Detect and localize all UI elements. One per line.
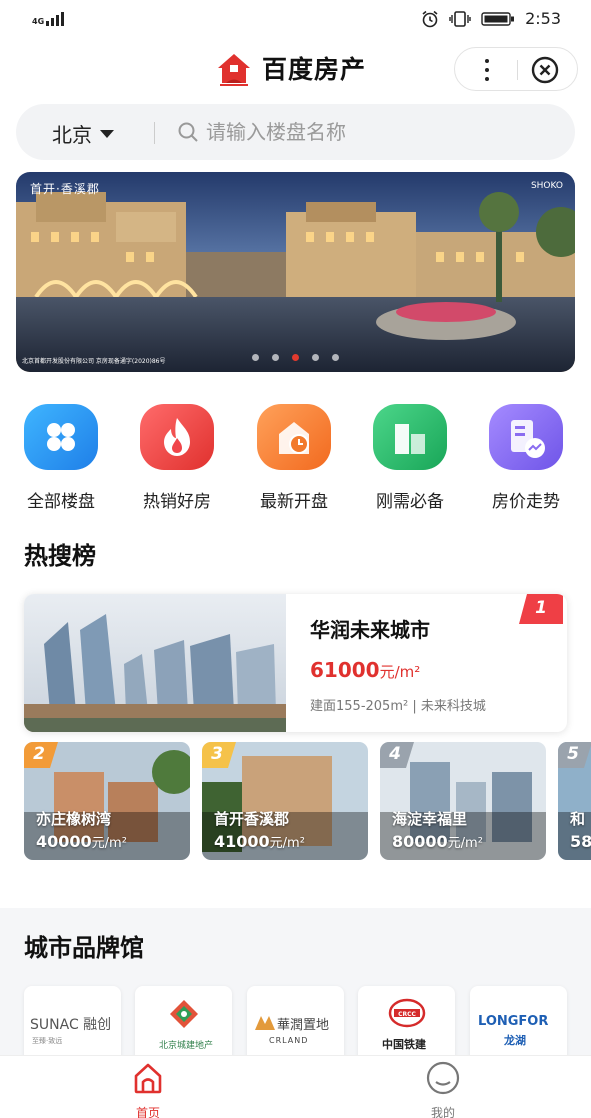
pager-dot[interactable] <box>332 354 339 361</box>
brand-name: LONGFOR <box>478 1014 549 1029</box>
banner-brand: 首开·香溪郡 <box>30 182 100 196</box>
tab-label: 首页 <box>135 1106 160 1118</box>
brand-list: SUNAC 融创 至臻·致远 北京城建地产 華潤置地 CRLAND CRCC 中… <box>24 986 591 1066</box>
crland-logo-icon <box>255 1016 275 1030</box>
crcc-logo-icon: CRCC <box>388 998 426 1028</box>
brand-sub: 龙湖 <box>504 1034 526 1047</box>
pager-dot[interactable] <box>252 354 259 361</box>
estate-name: 和 <box>570 810 586 828</box>
brand-name: 華潤置地 <box>277 1018 330 1033</box>
svg-text:CRCC: CRCC <box>398 1011 416 1018</box>
city-label: 北京 <box>52 123 92 147</box>
brand-name: SUNAC 融创 <box>30 1017 112 1033</box>
hot-top-card[interactable]: 1 华润未来城市 61000元/m² 建面155-205m² | 未来科技城 <box>24 594 567 732</box>
search-bar: 北京 <box>16 104 575 160</box>
title-bar: 百度房产 <box>0 44 591 94</box>
search-divider <box>154 122 155 144</box>
brand-sub: CRLAND <box>269 1036 309 1045</box>
hot-card[interactable]: 5 和 58 <box>558 742 591 860</box>
vibrate-icon <box>449 10 471 27</box>
estate-name: 华润未来城市 <box>310 618 430 642</box>
clock-house-icon <box>257 404 331 470</box>
brand-card-crcc[interactable]: CRCC 中国铁建 <box>358 986 455 1066</box>
caret-down-icon <box>100 129 114 138</box>
estate-name: 首开香溪郡 <box>214 810 290 828</box>
estate-price: 58 <box>570 832 591 851</box>
close-circle-icon[interactable] <box>530 56 560 84</box>
chart-doc-icon <box>489 404 563 470</box>
pager-dot[interactable] <box>272 354 279 361</box>
banner-brand-right: SHOKO <box>530 181 563 191</box>
banner-image <box>16 172 575 372</box>
brand-name: 北京城建地产 <box>159 1041 214 1051</box>
entry-label: 最新开盘 <box>260 492 328 512</box>
promo-banner[interactable]: 首开·香溪郡 SHOKO 北京首都开发股份有限公司 京房现备通字(2020)86… <box>16 172 575 372</box>
house-logo-icon <box>218 54 250 86</box>
more-dots-icon[interactable] <box>469 54 505 86</box>
buildings-icon <box>373 404 447 470</box>
signal-icon <box>46 10 65 26</box>
mini-program-capsule <box>454 47 578 91</box>
flame-icon <box>140 404 214 470</box>
hot-card[interactable]: 4 海淀幸福里 80000元/m² <box>380 742 546 860</box>
entry-label: 全部楼盘 <box>27 492 95 512</box>
brand-card-sunac[interactable]: SUNAC 融创 至臻·致远 <box>24 986 121 1066</box>
bucg-logo-icon <box>170 1000 198 1028</box>
estate-price: 41000元/m² <box>214 832 305 851</box>
entry-hot-sale[interactable]: 热销好房 <box>122 404 232 512</box>
city-selector[interactable]: 北京 <box>52 119 114 148</box>
estate-photo <box>24 594 286 732</box>
tab-label: 我的 <box>430 1106 455 1118</box>
entry-all-estates[interactable]: 全部楼盘 <box>6 404 116 512</box>
banner-license-note: 北京首都开发股份有限公司 京房现备通字(2020)86号 <box>22 358 166 365</box>
bottom-tab-bar: 首页 我的 <box>0 1055 591 1118</box>
brand-card-crland[interactable]: 華潤置地 CRLAND <box>247 986 344 1066</box>
tab-home[interactable]: 首页 <box>108 1060 188 1118</box>
search-icon <box>178 122 198 142</box>
app-title: 百度房产 <box>262 55 367 84</box>
entry-price-trend[interactable]: 房价走势 <box>471 404 581 512</box>
entry-essential[interactable]: 刚需必备 <box>355 404 465 512</box>
brand-card-bucg[interactable]: 北京城建地产 <box>135 986 232 1066</box>
pager-dot-active[interactable] <box>292 354 299 361</box>
pager-dot[interactable] <box>312 354 319 361</box>
quick-entries: 全部楼盘 热销好房 最新开盘 刚需必备 房价走势 <box>0 404 591 514</box>
brand-hall-title: 城市品牌馆 <box>24 934 144 962</box>
entry-label: 刚需必备 <box>376 492 444 512</box>
profile-icon <box>426 1061 460 1095</box>
network-type: 4G <box>32 17 45 26</box>
estate-price: 40000元/m² <box>36 832 127 851</box>
battery-icon <box>481 11 515 26</box>
estate-name: 亦庄橡树湾 <box>36 810 112 828</box>
status-bar: 4G 2:53 <box>0 0 591 40</box>
entry-label: 热销好房 <box>143 492 211 512</box>
grid-icon <box>24 404 98 470</box>
alarm-icon <box>422 10 438 27</box>
hot-list: 2 亦庄橡树湾 40000元/m² 3 首开香溪郡 41000元/m² 4 海淀… <box>24 742 591 862</box>
estate-desc: 建面155-205m² | 未来科技城 <box>310 699 486 714</box>
capsule-divider <box>517 60 518 80</box>
estate-price: 80000元/m² <box>392 832 483 851</box>
search-input[interactable] <box>206 116 536 148</box>
brand-sub: 至臻·致远 <box>32 1037 63 1045</box>
banner-pager <box>252 354 339 361</box>
rank-badge: 1 <box>519 594 563 624</box>
brand-card-longfor[interactable]: LONGFOR 龙湖 <box>470 986 567 1066</box>
estate-price: 61000元/m² <box>310 658 421 682</box>
hot-card[interactable]: 2 亦庄橡树湾 40000元/m² <box>24 742 190 860</box>
home-icon <box>134 1063 162 1094</box>
clock: 2:53 <box>525 9 561 28</box>
entry-label: 房价走势 <box>492 492 560 512</box>
hot-search-title: 热搜榜 <box>24 542 96 570</box>
hot-card[interactable]: 3 首开香溪郡 41000元/m² <box>202 742 368 860</box>
entry-new-opening[interactable]: 最新开盘 <box>239 404 349 512</box>
brand-name: 中国铁建 <box>382 1038 426 1051</box>
tab-profile[interactable]: 我的 <box>403 1060 483 1118</box>
estate-name: 海淀幸福里 <box>392 810 468 828</box>
signal-indicator: 4G <box>32 10 65 26</box>
